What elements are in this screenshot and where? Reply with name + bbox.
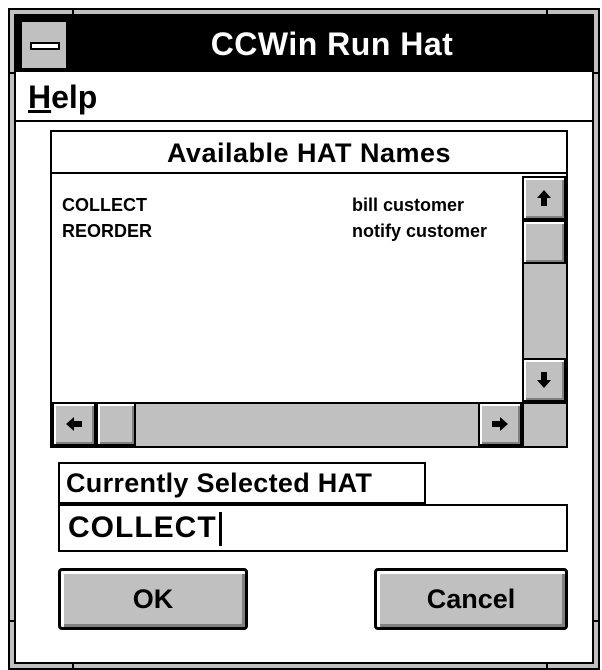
selected-hat-value: COLLECT	[68, 511, 217, 544]
scroll-up-button[interactable]	[522, 176, 566, 220]
hat-description: notify customer	[352, 221, 488, 241]
list-item[interactable]: COLLECT bill customer	[62, 193, 464, 217]
arrow-up-icon	[537, 190, 551, 206]
list-header: Available HAT Names	[52, 132, 566, 174]
arrow-left-icon	[66, 417, 82, 431]
text-caret	[218, 512, 222, 547]
scroll-down-button[interactable]	[522, 358, 566, 402]
menu-bar	[16, 72, 592, 122]
menu-help-label: elp	[51, 79, 98, 115]
arrow-down-icon	[537, 372, 551, 388]
horizontal-scroll-thumb[interactable]	[96, 402, 136, 446]
list-item[interactable]: REORDER notify customer	[62, 219, 487, 243]
scroll-left-button[interactable]	[52, 402, 96, 446]
hat-name: REORDER	[62, 221, 153, 241]
menu-help-mnemonic: H	[28, 79, 52, 115]
vertical-scroll-thumb[interactable]	[522, 220, 566, 264]
scrollbar-corner	[522, 402, 566, 446]
selected-hat-input[interactable]: COLLECT	[58, 504, 568, 552]
arrow-right-icon	[492, 417, 508, 431]
hat-listbox[interactable]	[50, 130, 568, 448]
window-title: CCWin Run Hat	[210, 26, 454, 62]
hat-description: bill customer	[352, 195, 465, 215]
hat-name: COLLECT	[62, 195, 147, 215]
cancel-button[interactable]: Cancel	[374, 568, 568, 630]
ok-button[interactable]: OK	[58, 568, 248, 630]
frame-notch	[72, 664, 74, 670]
system-menu-icon	[30, 42, 60, 50]
frame-notch	[546, 664, 548, 670]
menu-help[interactable]: Help	[28, 76, 97, 118]
scroll-right-button[interactable]	[478, 402, 522, 446]
system-menu-button[interactable]	[20, 20, 68, 70]
selected-hat-label: Currently Selected HAT	[58, 462, 426, 504]
